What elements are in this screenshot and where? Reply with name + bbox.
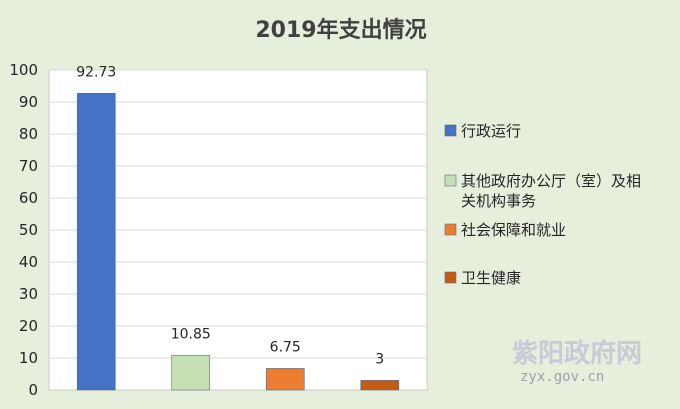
bar-data-label: 92.73 [76,64,116,80]
y-tick-label: 50 [19,221,38,239]
legend-swatch [444,223,457,236]
watermark-logo: 紫阳政府网 [512,338,642,369]
chart-title: 2019年支出情况 [255,17,426,43]
bar-chart: 2019年支出情况 0 10 20 30 40 50 60 70 80 90 100 92.73 10… [9,17,642,399]
legend-item: 卫生健康 [444,269,521,287]
legend-item: 其他政府办公厅（室）及相关机构事务 [444,172,641,210]
legend: 行政运行其他政府办公厅（室）及相关机构事务社会保障和就业卫生健康 [444,122,641,287]
watermark: 紫阳政府网 zyx.gov.cn [512,338,642,385]
bar [76,92,116,391]
y-tick-label: 90 [19,93,38,111]
legend-label: 社会保障和就业 [461,221,566,239]
legend-label: 其他政府办公厅（室）及相 [461,172,641,190]
y-tick-label: 100 [9,61,38,79]
y-tick-label: 20 [19,317,38,335]
bar [360,380,400,391]
legend-label: 卫生健康 [461,269,521,287]
legend-label: 关机构事务 [461,192,536,210]
y-tick-label: 70 [19,157,38,175]
bar [171,354,211,391]
bar [265,368,305,391]
legend-swatch [444,271,457,284]
y-axis: 0 10 20 30 40 50 60 70 80 90 100 [9,61,38,399]
legend-label: 行政运行 [461,122,521,140]
y-tick-label: 0 [28,381,38,399]
legend-item: 行政运行 [444,122,521,140]
legend-item: 社会保障和就业 [444,221,566,239]
y-tick-label: 40 [19,253,38,271]
legend-swatch [444,124,457,137]
bar-data-label: 6.75 [270,339,301,355]
watermark-url: zyx.gov.cn [520,369,604,385]
y-tick-label: 80 [19,125,38,143]
y-tick-label: 10 [19,349,38,367]
legend-swatch [444,174,457,187]
bar-data-label: 10.85 [171,326,211,342]
y-tick-label: 30 [19,285,38,303]
y-tick-label: 60 [19,189,38,207]
bar-data-label: 3 [375,351,384,367]
